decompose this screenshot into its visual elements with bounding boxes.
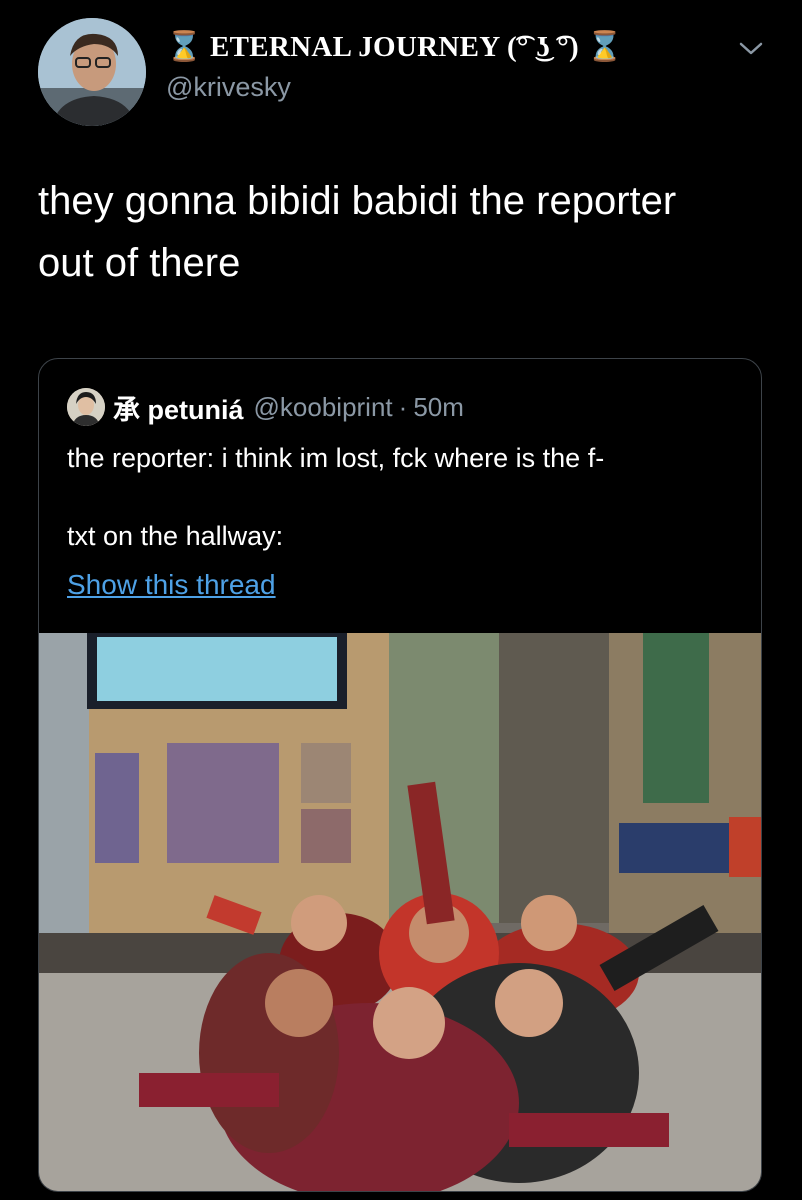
quoted-display-name[interactable]: 承 petuniá <box>113 388 244 427</box>
quoted-author-avatar[interactable] <box>67 388 105 426</box>
author-display-name[interactable]: ⌛ ETERNAL JOURNEY (͡° ͜ʖ ͡°) ⌛ <box>166 30 623 64</box>
quoted-text-line-1: the reporter: i think im lost, fck where… <box>67 443 605 473</box>
quoted-avatar-image <box>67 388 105 426</box>
quoted-handle[interactable]: @koobiprint <box>254 392 393 423</box>
chevron-down-icon[interactable] <box>738 38 764 58</box>
tweet-text: they gonna bibidi babidi the reporter ou… <box>38 170 758 294</box>
quoted-tweet-header: 承 petuniá @koobiprint · 50m <box>67 387 464 427</box>
author-avatar-image <box>38 18 146 126</box>
quoted-media-image[interactable] <box>39 633 761 1191</box>
show-thread-link[interactable]: Show this thread <box>67 569 276 601</box>
quoted-timestamp[interactable]: 50m <box>413 392 464 423</box>
media-photo <box>39 633 761 1191</box>
quoted-tweet-card[interactable]: 承 petuniá @koobiprint · 50m the reporter… <box>38 358 762 1192</box>
author-avatar[interactable] <box>38 18 146 126</box>
tweet-text-line-2: out of there <box>38 241 241 285</box>
tweet-text-line-1: they gonna bibidi babidi the reporter <box>38 179 677 223</box>
quoted-separator: · <box>398 391 408 422</box>
quoted-text-line-2: txt on the hallway: <box>67 521 284 551</box>
author-handle[interactable]: @krivesky <box>166 72 291 103</box>
